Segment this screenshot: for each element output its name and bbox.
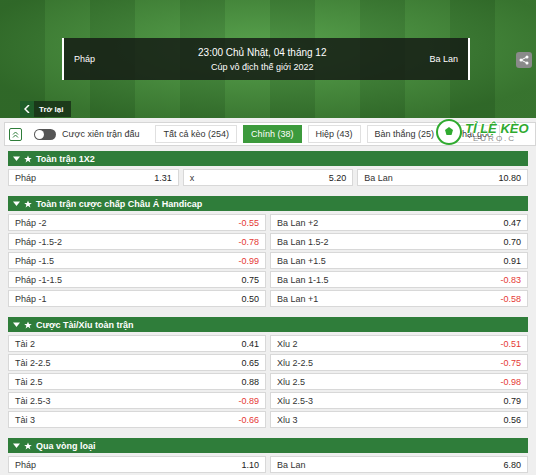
odds-cell[interactable]: Xỉu 30.56 (270, 411, 528, 428)
ball-icon (436, 119, 462, 145)
odds-cell[interactable]: Tài 2.5-3-0.89 (8, 392, 266, 409)
odds-cell[interactable]: Ba Lan 1-1.5-0.83 (270, 271, 528, 288)
match-bar: Pháp 23:00 Chủ Nhật, 04 tháng 12 Cúp vô đị… (62, 38, 470, 80)
market-section: Qua vòng loại Pháp1.10Ba Lan6.80 (8, 438, 528, 473)
odds-cell[interactable]: Tài 2.50.88 (8, 373, 266, 390)
star-icon[interactable] (24, 442, 32, 450)
collapse-icon[interactable] (9, 128, 22, 141)
odds-row: Pháp1.31x5.20Ba Lan10.80 (8, 169, 528, 186)
odds-cell[interactable]: Xỉu 2.5-30.79 (270, 392, 528, 409)
odds-row: Tài 2-2.50.65Xỉu 2-2.5-0.75 (8, 354, 528, 371)
competition: Cúp vô địch thế giới 2022 (211, 62, 313, 72)
site-logo: TỈ LỆ KÈOEURO.C (436, 112, 536, 152)
odds-cell[interactable]: Ba Lan +20.47 (270, 214, 528, 231)
logo-subtitle: EURO.C (473, 135, 529, 143)
odds-row: Tài 2.50.88Xỉu 2.5-0.98 (8, 373, 528, 390)
market-section: Toàn trận 1X2 Pháp1.31x5.20Ba Lan10.80 (8, 151, 528, 186)
odds-row: Pháp1.10Ba Lan6.80 (8, 456, 528, 473)
odds-cell[interactable]: Tài 3-0.66 (8, 411, 266, 428)
section-header[interactable]: Toàn trận 1X2 (8, 151, 528, 166)
back-arrow-icon (20, 101, 34, 117)
odds-cell[interactable]: Xỉu 2-2.5-0.75 (270, 354, 528, 371)
odds-cell[interactable]: x5.20 (183, 169, 354, 186)
odds-cell[interactable]: Ba Lan +1-0.58 (270, 290, 528, 307)
tab[interactable]: Chính (38) (243, 125, 302, 143)
tab[interactable]: Tất cả kèo (254) (155, 125, 237, 143)
odds-cell[interactable]: Ba Lan 1.5-20.70 (270, 233, 528, 250)
odds-row: Pháp -1.5-0.99Ba Lan +1.50.91 (8, 252, 528, 269)
odds-row: Tài 2.5-3-0.89Xỉu 2.5-30.79 (8, 392, 528, 409)
odds-cell[interactable]: Pháp -1.5-0.99 (8, 252, 266, 269)
market-section: Toàn trận cược chấp Châu Á Handicap Pháp … (8, 196, 528, 307)
chevron-icon (13, 200, 20, 207)
section-header[interactable]: Cược Tài/Xỉu toàn trận (8, 317, 528, 332)
market-section: Cược Tài/Xỉu toàn trận Tài 20.41Xỉu 2-0.5… (8, 317, 528, 428)
away-team: Ba Lan (429, 54, 458, 64)
chevron-icon (13, 321, 20, 328)
match-info: 23:00 Chủ Nhật, 04 tháng 12 Cúp vô địch t… (198, 47, 326, 72)
odds-row: Pháp -1-1.50.75Ba Lan 1-1.5-0.83 (8, 271, 528, 288)
parlay-toggle[interactable] (34, 129, 56, 140)
tab[interactable]: Bàn thắng (25) (367, 125, 443, 143)
odds-cell[interactable]: Pháp1.10 (8, 456, 266, 473)
odds-cell[interactable]: Tài 2-2.50.65 (8, 354, 266, 371)
share-icon[interactable] (516, 52, 532, 68)
tab[interactable]: Hiệp (43) (308, 125, 361, 143)
star-icon[interactable] (24, 321, 32, 329)
odds-cell[interactable]: Tài 20.41 (8, 335, 266, 352)
chevron-icon (13, 155, 20, 162)
odds-row: Pháp -10.50Ba Lan +1-0.58 (8, 290, 528, 307)
odds-cell[interactable]: Pháp -1.5-2-0.78 (8, 233, 266, 250)
odds-cell[interactable]: Ba Lan +1.50.91 (270, 252, 528, 269)
odds-cell[interactable]: Ba Lan10.80 (357, 169, 528, 186)
match-banner: Pháp 23:00 Chủ Nhật, 04 tháng 12 Cúp vô đị… (0, 0, 536, 118)
odds-cell[interactable]: Pháp1.31 (8, 169, 179, 186)
chevron-icon (13, 442, 20, 449)
market-list: Toàn trận 1X2Pháp1.31x5.20Ba Lan10.80Toà… (0, 146, 536, 473)
odds-cell[interactable]: Pháp -10.50 (8, 290, 266, 307)
section-header[interactable]: Toàn trận cược chấp Châu Á Handicap (8, 196, 528, 211)
odds-cell[interactable]: Xỉu 2.5-0.98 (270, 373, 528, 390)
logo-title: TỈ LỆ KÈO (465, 122, 529, 135)
odds-row: Tài 3-0.66Xỉu 30.56 (8, 411, 528, 428)
odds-cell[interactable]: Xỉu 2-0.51 (270, 335, 528, 352)
page: Pháp 23:00 Chủ Nhật, 04 tháng 12 Cúp vô đị… (0, 0, 536, 475)
odds-cell[interactable]: Pháp -2-0.55 (8, 214, 266, 231)
star-icon[interactable] (24, 200, 32, 208)
back-button[interactable]: Trở lại (20, 101, 71, 117)
section-header[interactable]: Qua vòng loại (8, 438, 528, 453)
home-team: Pháp (74, 54, 95, 64)
odds-cell[interactable]: Ba Lan6.80 (270, 456, 528, 473)
toggle-label: Cược xiên trận đấu (62, 129, 139, 139)
odds-row: Pháp -1.5-2-0.78Ba Lan 1.5-20.70 (8, 233, 528, 250)
match-time: 23:00 Chủ Nhật, 04 tháng 12 (198, 47, 326, 58)
star-icon[interactable] (24, 155, 32, 163)
odds-row: Pháp -2-0.55Ba Lan +20.47 (8, 214, 528, 231)
odds-row: Tài 20.41Xỉu 2-0.51 (8, 335, 528, 352)
odds-cell[interactable]: Pháp -1-1.50.75 (8, 271, 266, 288)
